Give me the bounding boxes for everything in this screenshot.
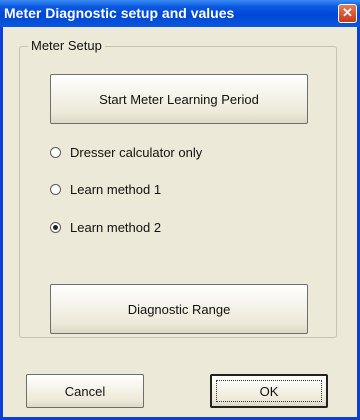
radio-dresser-calculator-label: Dresser calculator only <box>70 145 203 160</box>
meter-setup-label: Meter Setup <box>28 38 105 53</box>
start-learning-button[interactable]: Start Meter Learning Period <box>50 74 308 124</box>
window-title: Meter Diagnostic setup and values <box>4 5 235 21</box>
radio-learn-method-2-icon[interactable] <box>50 222 61 233</box>
radio-dresser-calculator-icon[interactable] <box>50 147 61 158</box>
diagnostic-range-button[interactable]: Diagnostic Range <box>50 284 308 334</box>
ok-label: OK <box>259 383 279 399</box>
cancel-button[interactable]: Cancel <box>26 374 144 408</box>
diagnostic-range-label: Diagnostic Range <box>127 301 231 317</box>
close-icon: ✕ <box>342 5 353 20</box>
ok-button[interactable]: OK <box>210 374 328 408</box>
radio-learn-method-1-icon[interactable] <box>50 184 61 195</box>
radio-learn-method-2-label: Learn method 2 <box>70 220 162 235</box>
radio-learn-method-1-label: Learn method 1 <box>70 182 162 197</box>
radio-learn-method-2[interactable]: Learn method 2 <box>50 220 161 235</box>
radio-learn-method-1[interactable]: Learn method 1 <box>50 182 161 197</box>
radio-dresser-calculator[interactable]: Dresser calculator only <box>50 145 202 160</box>
start-learning-label: Start Meter Learning Period <box>99 91 259 107</box>
title-bar[interactable]: Meter Diagnostic setup and values ✕ <box>0 0 360 27</box>
close-button[interactable]: ✕ <box>338 4 357 23</box>
cancel-label: Cancel <box>64 383 106 399</box>
